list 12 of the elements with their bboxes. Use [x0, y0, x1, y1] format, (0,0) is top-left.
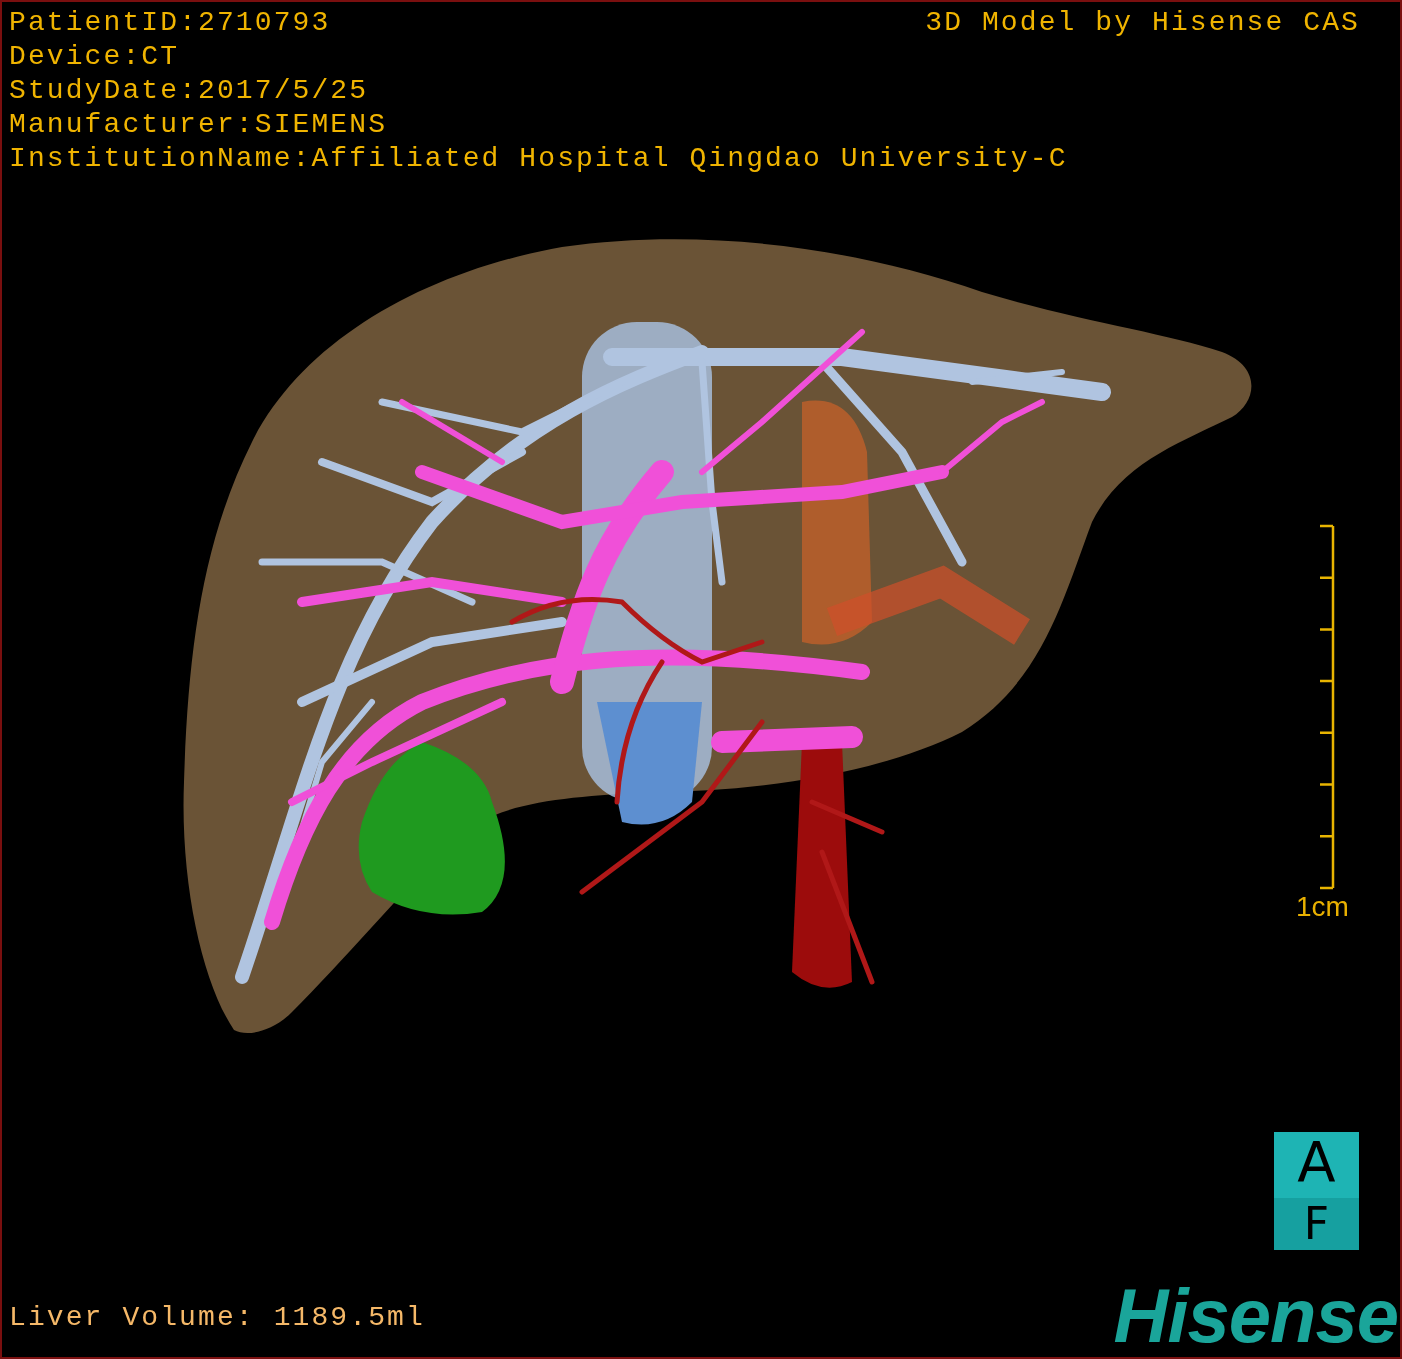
logo-text: Hisense — [1113, 1279, 1398, 1353]
patient-info-line: Manufacturer:SIEMENS — [9, 108, 388, 142]
orientation-top-label: A — [1274, 1132, 1359, 1198]
patient-info-line: Device:CT — [9, 40, 180, 74]
patient-info-line: StudyDate:2017/5/25 — [9, 74, 369, 108]
orientation-marker[interactable]: A F — [1274, 1132, 1359, 1250]
liver-volume-text: Liver Volume: 1189.5ml — [9, 1301, 425, 1335]
model-credit-text: 3D Model by Hisense CAS — [925, 6, 1360, 40]
orientation-bottom-label: F — [1274, 1198, 1359, 1250]
patient-info-line: InstitutionName:Affiliated Hospital Qingdao University-C — [9, 142, 1068, 176]
scale-label: 1cm — [1296, 890, 1349, 924]
patient-info-line: PatientID:2710793 — [9, 6, 331, 40]
